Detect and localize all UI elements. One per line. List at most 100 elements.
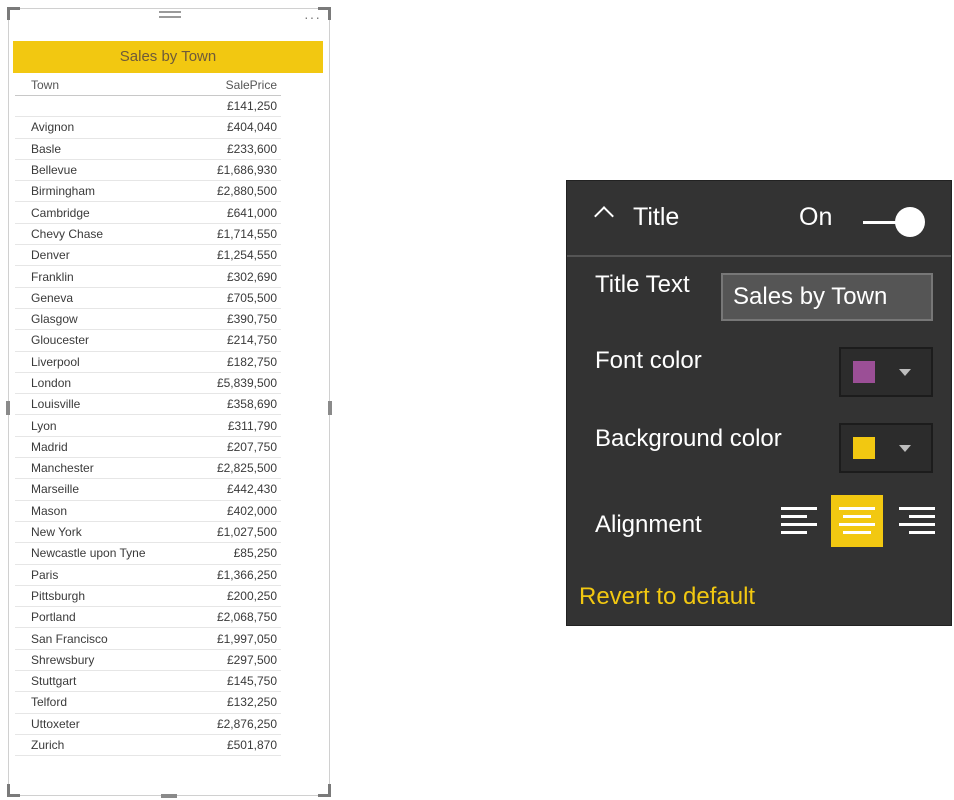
- table-row[interactable]: Chevy Chase £1,714,550: [15, 224, 281, 246]
- table-row[interactable]: San Francisco £1,997,050: [15, 628, 281, 650]
- cell-saleprice: £501,870: [226, 738, 277, 753]
- font-color-label: Font color: [595, 347, 702, 374]
- column-header-saleprice[interactable]: SalePrice: [175, 78, 281, 92]
- table-row[interactable]: London £5,839,500: [15, 373, 281, 395]
- cell-saleprice: £2,825,500: [216, 461, 277, 476]
- table-row[interactable]: Louisville £358,690: [15, 394, 281, 416]
- cell-town: Marseille: [31, 482, 80, 497]
- resize-handle-top-left[interactable]: [7, 7, 20, 20]
- cell-town: Geneva: [31, 290, 74, 305]
- table-row[interactable]: New York £1,027,500: [15, 522, 281, 544]
- table-row[interactable]: Liverpool £182,750: [15, 352, 281, 373]
- cell-saleprice: £145,750: [226, 674, 277, 689]
- alignment-label: Alignment: [595, 511, 702, 538]
- resize-handle-left[interactable]: [6, 401, 10, 415]
- table-row[interactable]: Bellevue £1,686,930: [15, 160, 281, 182]
- table-row[interactable]: Basle £233,600: [15, 139, 281, 160]
- toggle-state-label: On: [799, 203, 833, 231]
- visual-title: Sales by Town: [13, 41, 323, 73]
- cell-town: Shrewsbury: [31, 652, 95, 667]
- table-row[interactable]: Uttoxeter £2,876,250: [15, 714, 281, 735]
- more-options-icon[interactable]: ···: [304, 10, 321, 24]
- cell-town: Gloucester: [31, 333, 90, 348]
- title-text-label: Title Text: [595, 271, 690, 298]
- table-row[interactable]: Shrewsbury £297,500: [15, 650, 281, 672]
- table-row[interactable]: Telford £132,250: [15, 692, 281, 714]
- table-row[interactable]: Mason £402,000: [15, 501, 281, 522]
- cell-town: Pittsburgh: [31, 588, 86, 603]
- cell-saleprice: £207,750: [226, 439, 277, 454]
- table-row[interactable]: Birmingham £2,880,500: [15, 181, 281, 203]
- cell-town: London: [31, 376, 72, 390]
- cell-saleprice: £1,686,930: [216, 163, 277, 178]
- cell-saleprice: £705,500: [226, 290, 277, 305]
- cell-town: Newcastle upon Tyne: [31, 546, 146, 561]
- title-format-panel: Title On Title Text Sales by Town Font c…: [566, 180, 952, 626]
- cell-town: Portland: [31, 610, 76, 625]
- font-color-picker[interactable]: [839, 347, 933, 397]
- table-row[interactable]: Stuttgart £145,750: [15, 671, 281, 693]
- cell-saleprice: £404,040: [226, 120, 277, 135]
- revert-to-default-link[interactable]: Revert to default: [579, 583, 755, 611]
- cell-town: New York: [31, 525, 82, 540]
- background-color-picker[interactable]: [839, 423, 933, 473]
- table-row[interactable]: Gloucester £214,750: [15, 330, 281, 352]
- resize-handle-bottom[interactable]: [161, 794, 177, 798]
- table-header: Town SalePrice: [15, 75, 281, 96]
- dropdown-arrow-icon: [899, 445, 911, 452]
- resize-handle-bottom-left[interactable]: [7, 784, 20, 797]
- column-header-town[interactable]: Town: [15, 78, 175, 92]
- table-row[interactable]: Marseille £442,430: [15, 479, 281, 501]
- table-row[interactable]: Geneva £705,500: [15, 288, 281, 309]
- cell-town: Louisville: [31, 397, 81, 412]
- table-row[interactable]: Newcastle upon Tyne £85,250: [15, 543, 281, 565]
- title-toggle[interactable]: [863, 207, 927, 237]
- table-row[interactable]: Avignon £404,040: [15, 117, 281, 139]
- table-row[interactable]: Glasgow £390,750: [15, 309, 281, 331]
- cell-saleprice: £1,714,550: [216, 226, 277, 241]
- cell-saleprice: £2,880,500: [216, 184, 277, 199]
- cell-saleprice: £442,430: [226, 482, 277, 497]
- align-left-button[interactable]: [773, 495, 825, 547]
- table-visual[interactable]: ··· Sales by Town Town SalePrice £141,25…: [6, 7, 332, 798]
- cell-saleprice: £132,250: [226, 695, 277, 710]
- font-color-swatch: [853, 361, 875, 383]
- section-title: Title: [633, 203, 680, 231]
- cell-town: Basle: [31, 141, 62, 156]
- cell-town: Stuttgart: [31, 674, 77, 689]
- data-table: Town SalePrice £141,250 Avignon £404,040 Ba…: [15, 75, 281, 757]
- cell-town: Glasgow: [31, 312, 78, 327]
- toggle-knob[interactable]: [895, 207, 925, 237]
- cell-town: Paris: [31, 567, 59, 582]
- align-right-button[interactable]: [891, 495, 943, 547]
- resize-handle-right[interactable]: [328, 401, 332, 415]
- cell-saleprice: £311,790: [227, 418, 277, 433]
- table-row[interactable]: Portland £2,068,750: [15, 607, 281, 629]
- cell-saleprice: £358,690: [226, 397, 277, 412]
- table-row[interactable]: Madrid £207,750: [15, 437, 281, 459]
- title-section-header[interactable]: Title On: [567, 181, 951, 257]
- cell-town: Avignon: [31, 120, 75, 135]
- chevron-up-icon[interactable]: [594, 206, 614, 226]
- table-row[interactable]: Denver £1,254,550: [15, 245, 281, 267]
- cell-town: Zurich: [31, 738, 65, 753]
- table-row[interactable]: Pittsburgh £200,250: [15, 586, 281, 608]
- cell-town: Madrid: [31, 439, 68, 454]
- table-row[interactable]: £141,250: [15, 96, 281, 118]
- title-text-input[interactable]: Sales by Town: [721, 273, 933, 321]
- table-row[interactable]: Franklin £302,690: [15, 266, 281, 288]
- table-body: £141,250 Avignon £404,040 Basle £233,600 Bell…: [15, 96, 281, 757]
- table-row[interactable]: Paris £1,366,250: [15, 565, 281, 586]
- align-center-button[interactable]: [831, 495, 883, 547]
- cell-town: Manchester: [31, 461, 94, 476]
- table-row[interactable]: Zurich £501,870: [15, 735, 281, 757]
- cell-saleprice: £1,254,550: [216, 248, 277, 263]
- table-row[interactable]: Lyon £311,790: [15, 415, 281, 437]
- table-row[interactable]: Manchester £2,825,500: [15, 458, 281, 480]
- table-row[interactable]: Cambridge £641,000: [15, 202, 281, 224]
- dropdown-arrow-icon: [899, 369, 911, 376]
- cell-saleprice: £1,997,050: [216, 631, 277, 646]
- cell-town: Uttoxeter: [31, 716, 80, 731]
- resize-handle-bottom-right[interactable]: [318, 784, 331, 797]
- drag-handle-icon[interactable]: [159, 11, 181, 23]
